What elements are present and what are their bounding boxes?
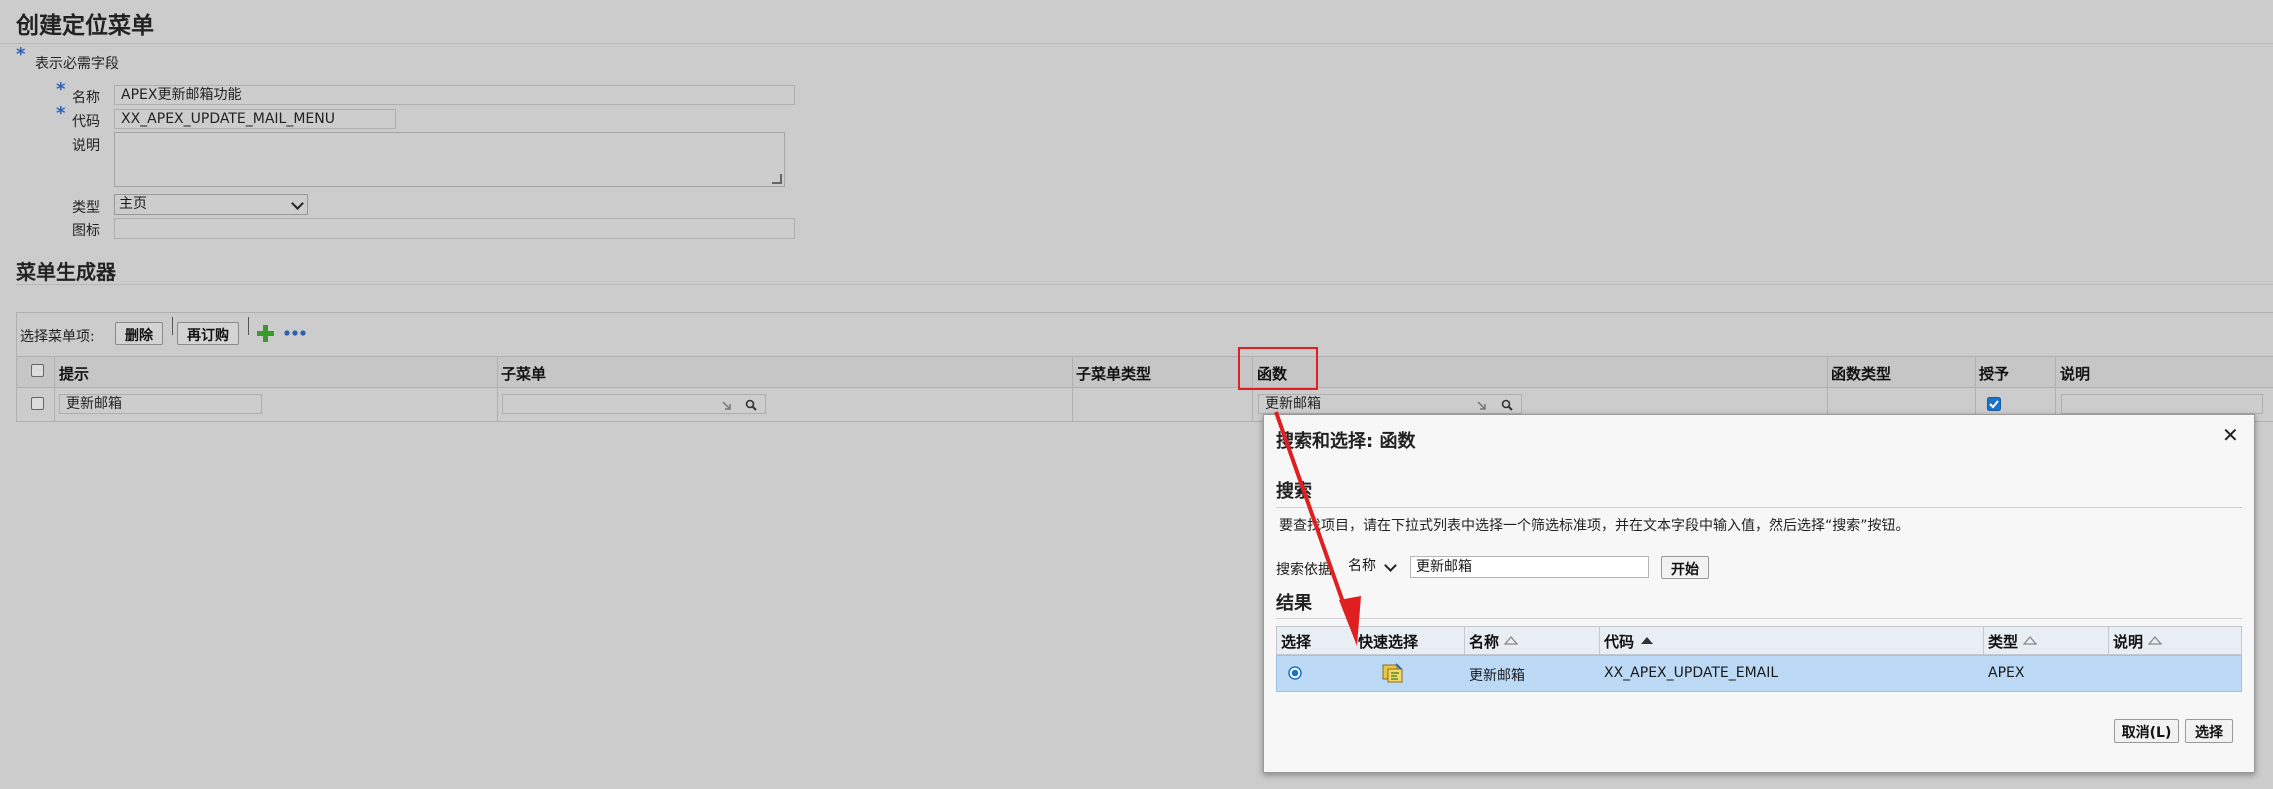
result-name: 更新邮箱 [1469, 668, 1525, 684]
results-col-select: 选择 [1281, 633, 1312, 651]
name-label: 名称 [72, 90, 100, 106]
results-section-title: 结果 [1276, 593, 1312, 614]
required-star: * [16, 44, 26, 65]
builder-title: 菜单生成器 [16, 260, 116, 284]
search-icon[interactable] [745, 399, 757, 411]
col-divider [1827, 356, 1828, 421]
col-header-grant[interactable]: 授予 [1979, 363, 2009, 384]
col-divider [1072, 356, 1073, 421]
required-note: 表示必需字段 [35, 56, 119, 72]
page-title: 创建定位菜单 [16, 13, 154, 39]
select-menu-item-label: 选择菜单项: [20, 329, 95, 345]
col-header-submenu-type[interactable]: 子菜单类型 [1076, 363, 1151, 384]
search-by-select[interactable]: 名称 [1345, 556, 1403, 578]
grant-checkbox-checked[interactable] [1987, 397, 2001, 411]
search-section-title: 搜索 [1276, 481, 1312, 502]
col-divider [497, 356, 498, 421]
search-icon[interactable] [1501, 399, 1513, 411]
col-divider [1975, 356, 1976, 421]
cancel-button[interactable]: 取消(L) [2114, 719, 2179, 743]
results-col-type[interactable]: 类型 [1988, 631, 2018, 652]
sort-asc-icon[interactable] [1640, 635, 1654, 645]
go-button[interactable]: 开始 [1661, 556, 1709, 579]
select-button[interactable]: 选择 [2185, 719, 2233, 743]
search-by-label: 搜索依据 [1276, 562, 1332, 578]
name-input[interactable]: APEX更新邮箱功能 [114, 85, 795, 105]
code-label: 代码 [72, 114, 100, 130]
results-col-quick-select: 快速选择 [1358, 633, 1419, 651]
builder-divider [16, 284, 2273, 285]
sort-none-icon[interactable] [2023, 635, 2037, 645]
chevron-down-icon [291, 197, 304, 210]
result-type: APEX [1988, 665, 2025, 681]
chevron-down-icon [1384, 559, 1397, 572]
col-divider [54, 356, 55, 421]
row-checkbox[interactable] [31, 397, 44, 410]
dialog-title: 搜索和选择: 函数 [1276, 431, 1416, 452]
add-icon[interactable] [257, 325, 274, 342]
close-icon[interactable]: ✕ [2222, 423, 2239, 447]
results-col-desc[interactable]: 说明 [2113, 631, 2143, 652]
result-radio-selected[interactable] [1288, 666, 1302, 680]
type-select-value: 主页 [119, 196, 147, 212]
col-header-desc[interactable]: 说明 [2060, 363, 2090, 384]
col-header-function-type[interactable]: 函数类型 [1831, 363, 1891, 384]
quick-select-icon[interactable] [1382, 663, 1404, 683]
search-text-input[interactable]: 更新邮箱 [1410, 556, 1649, 578]
row-prompt-input[interactable]: 更新邮箱 [59, 394, 262, 414]
col-header-prompt[interactable]: 提示 [59, 363, 89, 384]
results-section-divider [1276, 618, 2242, 619]
result-code: XX_APEX_UPDATE_EMAIL [1604, 665, 1779, 681]
row-desc-input[interactable] [2061, 394, 2263, 414]
icon-input[interactable] [114, 218, 795, 239]
annotation-highlight-box [1238, 347, 1318, 390]
type-label: 类型 [72, 200, 100, 216]
code-input[interactable]: XX_APEX_UPDATE_MAIL_MENU [114, 109, 396, 129]
type-select[interactable]: 主页 [114, 194, 308, 215]
results-col-name[interactable]: 名称 [1469, 631, 1499, 652]
search-instructions: 要查找项目，请在下拉式列表中选择一个筛选标准项，并在文本字段中输入值，然后选择“… [1279, 518, 1910, 534]
delete-button[interactable]: 删除 [115, 322, 163, 345]
select-all-checkbox[interactable] [31, 364, 44, 377]
icon-label: 图标 [72, 223, 100, 239]
clear-icon[interactable] [722, 401, 732, 411]
toolbar-separator [248, 317, 249, 335]
title-divider [0, 43, 2273, 44]
resize-grip-icon[interactable] [772, 174, 782, 184]
search-select-dialog: 搜索和选择: 函数 ✕ 搜索 要查找项目，请在下拉式列表中选择一个筛选标准项，并… [1263, 414, 2255, 773]
col-header-submenu[interactable]: 子菜单 [501, 363, 546, 384]
results-table-header [1276, 626, 2242, 655]
search-by-value: 名称 [1348, 558, 1376, 574]
desc-textarea[interactable] [114, 132, 785, 187]
desc-label: 说明 [72, 138, 100, 154]
sort-none-icon[interactable] [1504, 635, 1518, 645]
clear-icon[interactable] [1477, 401, 1487, 411]
code-required-star: * [56, 103, 66, 124]
col-divider [2055, 356, 2056, 421]
search-section-divider [1276, 507, 2242, 508]
results-col-code[interactable]: 代码 [1604, 631, 1634, 652]
reorder-button[interactable]: 再订购 [177, 322, 239, 345]
more-icon[interactable] [284, 330, 306, 336]
sort-none-icon[interactable] [2148, 635, 2162, 645]
name-required-star: * [56, 79, 66, 100]
toolbar-separator [172, 317, 173, 335]
